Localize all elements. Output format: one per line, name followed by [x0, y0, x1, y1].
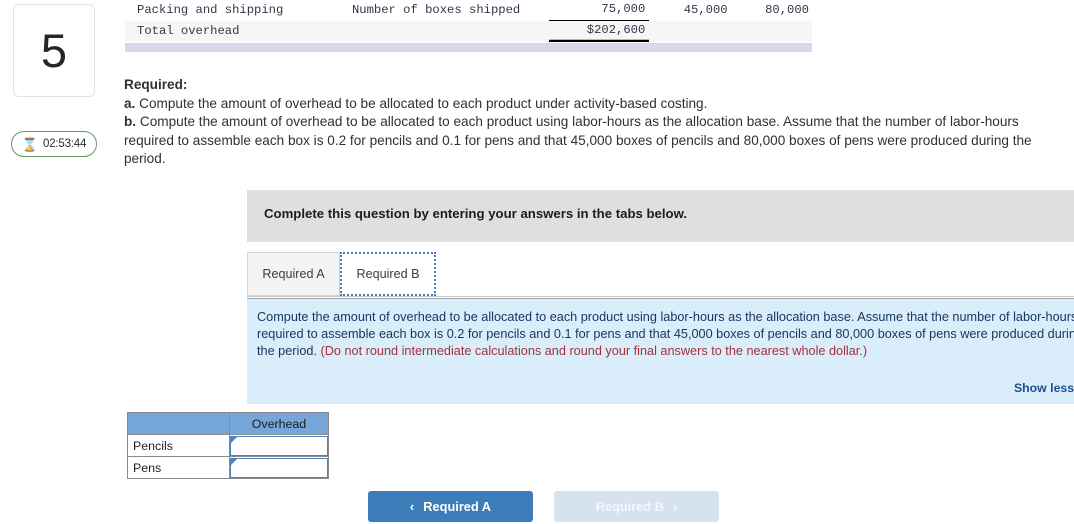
- required-item-a-label: a.: [124, 95, 136, 111]
- next-required-b-label: Required B: [595, 499, 664, 514]
- tab-required-a[interactable]: Required A: [247, 252, 340, 296]
- activity-pencils: 45,000: [683, 2, 728, 17]
- show-less-toggle[interactable]: Show less▲: [1014, 381, 1074, 395]
- total-overhead-base: [351, 20, 549, 42]
- activity-base: Number of boxes shipped: [351, 2, 521, 17]
- activity-name: Packing and shipping: [137, 2, 284, 17]
- required-item-b-text: Compute the amount of overhead to be all…: [124, 114, 1032, 167]
- prev-required-a-button[interactable]: ‹ Required A: [368, 491, 533, 522]
- activity-total: 75,000: [548, 0, 650, 21]
- question-number: 5: [40, 24, 68, 77]
- answer-grid-header-blank: [127, 412, 230, 435]
- overhead-input-pens[interactable]: [230, 457, 328, 478]
- instruction-banner: Complete this question by entering your …: [247, 190, 1074, 242]
- show-less-label: Show less: [1013, 381, 1074, 395]
- answer-cell-pens-overhead[interactable]: [229, 456, 329, 479]
- required-item-a: a. Compute the amount of overhead to be …: [124, 95, 1072, 114]
- question-info-text: Compute the amount of overhead to be all…: [257, 309, 1074, 361]
- next-required-b-button[interactable]: Required B ›: [554, 491, 719, 522]
- question-info-note: (Do not round intermediate calculations …: [320, 344, 868, 359]
- table-row: Pencils: [127, 434, 329, 457]
- total-overhead-pens: [730, 20, 812, 42]
- total-overhead-label: Total overhead: [125, 20, 352, 42]
- activity-pens: 80,000: [765, 2, 809, 17]
- total-overhead-value: $202,600: [548, 20, 650, 42]
- answer-row-label-pencils: Pencils: [127, 434, 230, 457]
- table-row: Pens: [127, 456, 329, 479]
- prev-required-a-label: Required A: [423, 499, 492, 514]
- required-item-b: b. Compute the amount of overhead to be …: [124, 113, 1072, 169]
- required-section: Required: a. Compute the amount of overh…: [124, 76, 1072, 169]
- required-heading: Required:: [124, 77, 188, 92]
- table-row: Packing and shipping Number of boxes shi…: [125, 0, 812, 21]
- overhead-data-table: Packing and shipping Number of boxes shi…: [125, 0, 812, 42]
- tab-required-b-label: Required B: [356, 267, 420, 281]
- question-number-card: 5: [13, 4, 95, 97]
- answer-row-label-pens: Pens: [127, 456, 230, 479]
- chevron-left-icon: ‹: [409, 499, 415, 514]
- tab-required-b[interactable]: Required B: [340, 252, 436, 296]
- main-content: Packing and shipping Number of boxes shi…: [118, 0, 1074, 524]
- tab-strip-underline: [247, 296, 1074, 297]
- answer-grid-header-overhead: Overhead: [229, 412, 329, 435]
- answer-grid: Overhead Pencils Pens: [127, 412, 329, 479]
- left-rail: 5 ⌛ 02:53:44: [0, 0, 118, 524]
- answer-grid-header-row: Overhead: [127, 412, 329, 435]
- tab-strip: Required A Required B: [247, 252, 1074, 297]
- required-item-b-label: b.: [124, 114, 137, 130]
- tab-required-a-label: Required A: [262, 267, 325, 281]
- total-overhead-pencils: [649, 20, 731, 42]
- question-info-panel: Compute the amount of overhead to be all…: [247, 298, 1074, 404]
- hourglass-icon: ⌛: [21, 136, 38, 152]
- table-row: Total overhead $202,600: [125, 20, 812, 42]
- timer-value: 02:53:44: [43, 138, 87, 150]
- instruction-banner-text: Complete this question by entering your …: [264, 206, 688, 221]
- chevron-right-icon: ›: [672, 499, 678, 514]
- exam-timer: ⌛ 02:53:44: [11, 131, 97, 157]
- section-divider-bar: [125, 43, 812, 52]
- answer-cell-pencils-overhead[interactable]: [229, 434, 329, 457]
- overhead-input-pencils[interactable]: [230, 435, 328, 456]
- required-item-a-text: Compute the amount of overhead to be all…: [139, 95, 708, 111]
